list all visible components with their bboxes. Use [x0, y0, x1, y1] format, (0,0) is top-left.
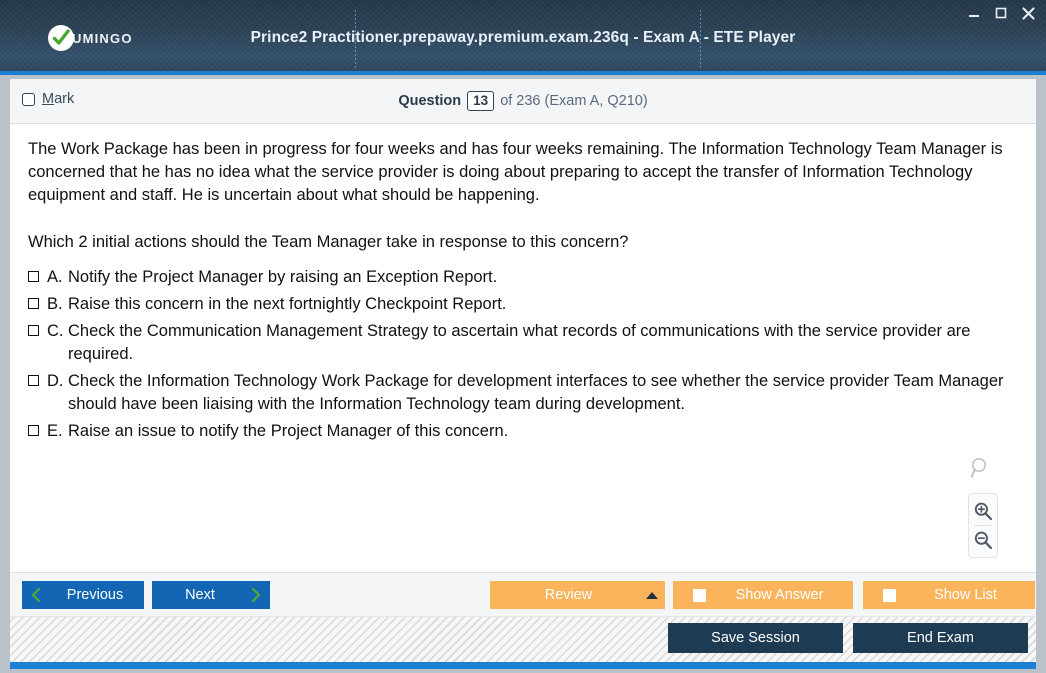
previous-button-label: Previous	[66, 587, 124, 603]
save-session-button[interactable]: Save Session	[668, 623, 843, 653]
chevron-left-icon	[22, 587, 50, 603]
option-letter-b: B.	[47, 295, 63, 313]
question-number-input[interactable]: 13	[467, 91, 495, 111]
option-checkbox-a[interactable]	[28, 271, 39, 282]
show-list-checkbox[interactable]	[883, 588, 896, 602]
option-checkbox-e[interactable]	[28, 425, 39, 436]
option-checkbox-c[interactable]	[28, 325, 39, 336]
question-header-bar: Mark Question 13 of 236 (Exam A, Q210)	[10, 79, 1036, 124]
option-text-b: Raise this concern in the next fortnight…	[68, 295, 507, 313]
answer-option-a[interactable]: A. Notify the Project Manager by raising…	[28, 266, 1018, 289]
question-total-label: of 236 (Exam A, Q210)	[500, 93, 648, 109]
previous-button[interactable]: Previous	[22, 581, 144, 609]
ete-player-window: UMINGO Prince2 Practitioner.prepaway.pre…	[0, 0, 1046, 673]
minimize-icon[interactable]	[966, 5, 982, 21]
option-text-c: Check the Communication Management Strat…	[68, 322, 971, 363]
option-checkbox-d[interactable]	[28, 375, 39, 386]
option-checkbox-b[interactable]	[28, 298, 39, 309]
magnifier-icon[interactable]	[970, 457, 992, 484]
show-list-label: Show List	[934, 587, 997, 603]
next-button[interactable]: Next	[152, 581, 270, 609]
show-list-button[interactable]: Show List	[863, 581, 1035, 609]
caret-up-icon	[639, 591, 665, 599]
option-text-a: Notify the Project Manager by raising an…	[68, 268, 498, 286]
navigation-bar: Previous Next Review Show Answer Show Li…	[10, 572, 1036, 616]
answer-option-e[interactable]: E. Raise an issue to notify the Project …	[28, 420, 1018, 443]
option-letter-e: E.	[47, 422, 63, 440]
question-word: Question	[398, 93, 462, 109]
answer-option-d[interactable]: D. Check the Information Technology Work…	[28, 370, 1018, 416]
next-button-label: Next	[185, 587, 215, 603]
zoom-controls-panel	[968, 493, 998, 558]
show-answer-label: Show Answer	[735, 587, 824, 603]
window-title: Prince2 Practitioner.prepaway.premium.ex…	[250, 29, 796, 46]
maximize-icon[interactable]	[993, 5, 1009, 21]
window-controls	[966, 5, 1036, 21]
question-body-text: The Work Package has been in progress fo…	[28, 140, 1003, 204]
question-prompt-text: Which 2 initial actions should the Team …	[28, 233, 629, 251]
check-circle-icon	[48, 25, 74, 51]
option-letter-d: D.	[47, 372, 64, 390]
magnifier-plus-icon[interactable]	[969, 497, 997, 525]
option-letter-c: C.	[47, 322, 64, 340]
chevron-right-icon	[242, 587, 270, 603]
question-content-area: The Work Package has been in progress fo…	[10, 124, 1036, 572]
review-button[interactable]: Review	[490, 581, 665, 609]
option-text-d: Check the Information Technology Work Pa…	[68, 372, 1004, 413]
magnifier-minus-icon[interactable]	[969, 526, 997, 554]
end-exam-button[interactable]: End Exam	[853, 623, 1028, 653]
question-content-inner: The Work Package has been in progress fo…	[10, 124, 1036, 443]
review-button-label: Review	[544, 587, 593, 603]
answer-option-b[interactable]: B. Raise this concern in the next fortni…	[28, 293, 1018, 316]
footer-accent-bar	[10, 662, 1036, 669]
close-icon[interactable]	[1020, 5, 1036, 21]
footer-bar: Save Session End Exam	[10, 616, 1036, 666]
show-answer-checkbox[interactable]	[693, 588, 706, 602]
option-text-e: Raise an issue to notify the Project Man…	[68, 422, 509, 440]
option-letter-a: A.	[47, 268, 63, 286]
question-counter: Question 13 of 236 (Exam A, Q210)	[10, 91, 1036, 111]
answer-option-c[interactable]: C. Check the Communication Management St…	[28, 320, 1018, 366]
answer-options-list: A. Notify the Project Manager by raising…	[28, 266, 1018, 443]
title-bar: UMINGO Prince2 Practitioner.prepaway.pre…	[0, 0, 1046, 75]
show-answer-button[interactable]: Show Answer	[673, 581, 853, 609]
